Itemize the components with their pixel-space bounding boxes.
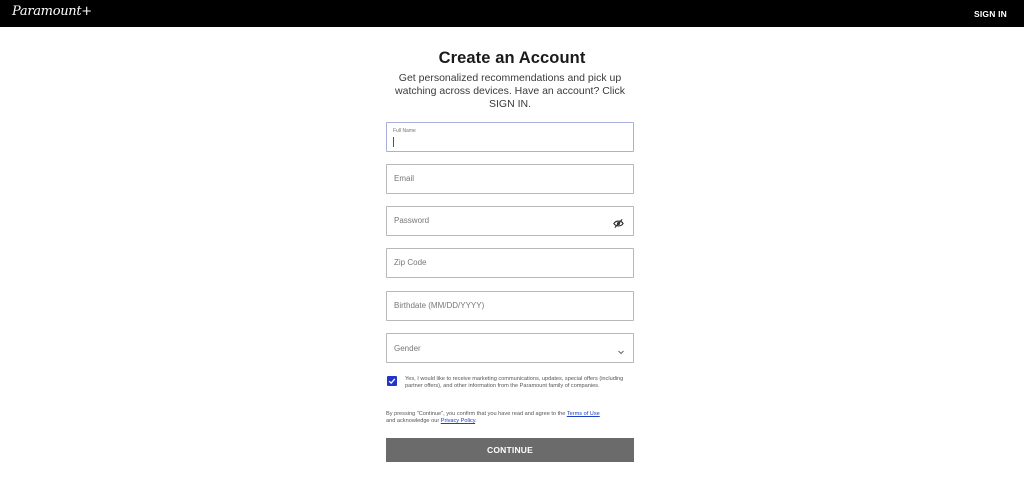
privacy-policy-link[interactable]: Privacy Policy	[441, 418, 475, 424]
eye-icon[interactable]	[613, 216, 624, 229]
page-title: Create an Account	[438, 49, 586, 67]
email-placeholder: Email	[394, 174, 415, 183]
terms-notice: By pressing "Continue", you confirm that…	[386, 411, 636, 425]
marketing-consent-checkbox[interactable]	[387, 376, 397, 386]
full-name-field[interactable]: Full Name	[386, 122, 634, 152]
paramount-plus-logo[interactable]: Paramount+	[12, 3, 92, 21]
gender-select[interactable]: Gender	[386, 333, 634, 363]
password-placeholder: Password	[394, 216, 430, 225]
terms-of-use-link[interactable]: Terms of Use	[567, 411, 600, 417]
zip-code-placeholder: Zip Code	[394, 258, 427, 267]
text-cursor	[393, 137, 394, 147]
terms-middle: and acknowledge our	[386, 418, 441, 425]
birthdate-placeholder: Birthdate (MM/DD/YYYY)	[394, 301, 485, 310]
chevron-down-icon	[617, 343, 625, 355]
gender-placeholder: Gender	[394, 344, 421, 353]
page-subtitle: Get personalized recommendations and pic…	[395, 72, 625, 110]
continue-button[interactable]: CONTINUE	[386, 438, 634, 462]
terms-prefix: By pressing "Continue", you confirm that…	[386, 411, 567, 417]
marketing-consent-text: Yes, I would like to receive marketing c…	[405, 376, 624, 390]
top-bar: Paramount+ SIGN IN	[0, 0, 1024, 27]
password-field[interactable]: Password	[386, 206, 634, 236]
zip-code-field[interactable]: Zip Code	[386, 248, 634, 278]
email-field[interactable]: Email	[386, 164, 634, 194]
birthdate-field[interactable]: Birthdate (MM/DD/YYYY)	[386, 291, 634, 321]
terms-suffix: .	[475, 418, 477, 425]
full-name-label: Full Name	[393, 128, 416, 134]
sign-in-link[interactable]: SIGN IN	[974, 9, 1007, 19]
checkmark-icon	[388, 378, 396, 385]
